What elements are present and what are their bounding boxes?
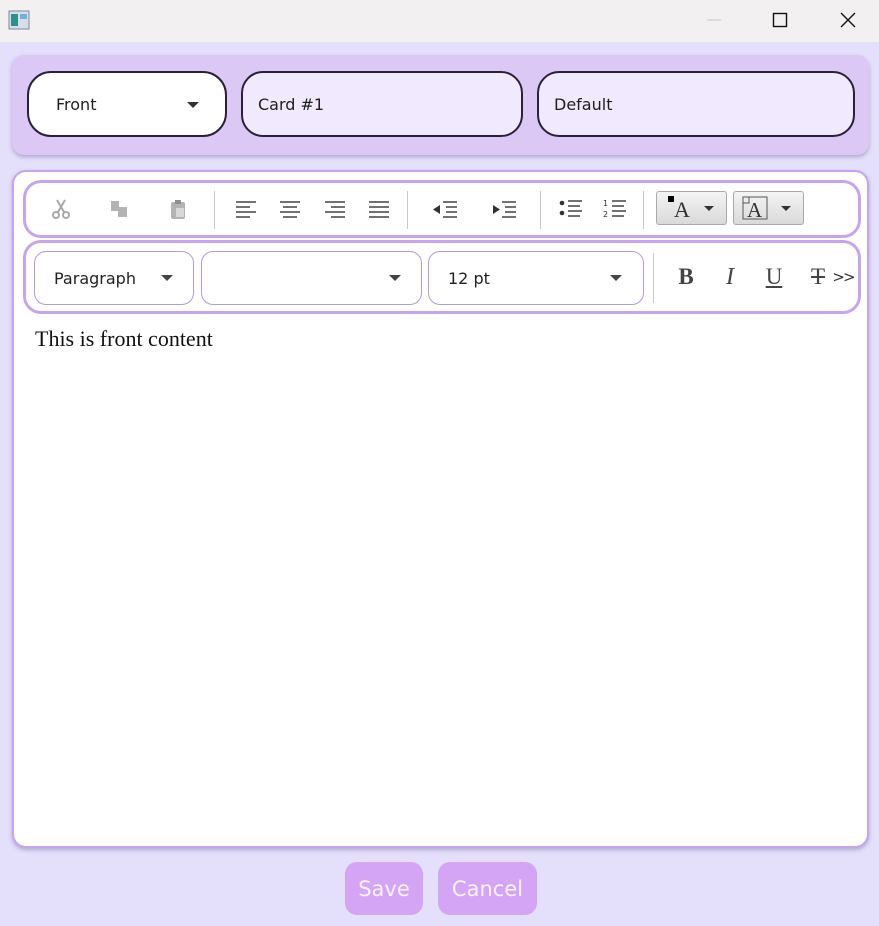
minimize-button[interactable] [681,0,747,40]
svg-text:A: A [747,198,763,222]
toolbar-divider [643,191,644,229]
card-header-panel: Front Card #1 Default [12,55,869,155]
chevron-down-icon [610,275,622,281]
underline-icon: U [765,264,783,289]
numbered-list-button[interactable]: 1 2 [600,193,630,225]
align-right-icon [325,201,345,218]
outdent-icon [433,201,457,218]
side-select[interactable]: Front [27,71,227,137]
copy-button[interactable] [104,193,134,225]
deck-field[interactable]: Default [537,71,855,137]
more-tools-button[interactable]: >> [831,259,855,295]
cut-icon [52,199,70,219]
paste-icon [171,200,185,219]
align-left-icon [236,201,256,218]
indent-button[interactable] [489,193,519,225]
align-left-button[interactable] [231,193,261,225]
text-style-toolbar: Paragraph 12 pt B I U T >> [23,240,861,314]
title-bar [0,0,879,42]
font-color-button[interactable]: A [656,191,727,225]
bold-button[interactable]: B [671,259,701,295]
font-size-select[interactable]: 12 pt [428,251,644,305]
side-select-value: Front [56,94,97,114]
bullet-list-icon [559,200,582,217]
toolbar-divider [214,191,215,229]
maximize-icon [772,12,788,28]
toolbar-divider [540,191,541,229]
editor-content[interactable]: This is front content [35,326,213,352]
close-button[interactable] [815,0,879,40]
font-size-value: 12 pt [448,268,490,288]
app-icon [8,10,30,30]
chevron-down-icon [187,102,199,108]
align-center-icon [280,201,300,218]
align-center-button[interactable] [275,193,305,225]
card-title-value: Card #1 [258,94,325,114]
bold-icon: B [678,264,694,289]
numbered-list-icon: 1 2 [603,199,626,219]
deck-value: Default [554,94,613,114]
save-button[interactable]: Save [345,862,423,915]
cut-button[interactable] [46,193,76,225]
paragraph-style-select[interactable]: Paragraph [34,251,194,305]
strikethrough-button[interactable]: T [803,259,833,295]
paste-button[interactable] [163,193,193,225]
cancel-button[interactable]: Cancel [438,862,537,915]
highlight-color-icon: A [742,196,791,222]
italic-button[interactable]: I [715,259,745,295]
svg-text:A: A [674,197,690,222]
minimize-icon [707,19,721,21]
strikethrough-icon: T [810,264,826,289]
chevron-down-icon [161,275,173,281]
svg-text:1: 1 [603,199,608,208]
align-right-button[interactable] [320,193,350,225]
formatting-toolbar: 1 2 A A [23,180,861,238]
double-chevron-right-icon: >> [832,268,855,286]
outdent-button[interactable] [430,193,460,225]
highlight-color-button[interactable]: A [733,191,804,225]
align-justify-icon [369,201,389,218]
copy-icon [111,201,127,217]
align-justify-button[interactable] [364,193,394,225]
toolbar-divider [653,253,654,303]
indent-icon [493,201,516,218]
underline-button[interactable]: U [759,259,789,295]
card-title-field[interactable]: Card #1 [241,71,523,137]
rich-text-editor[interactable]: 1 2 A A Paragraph 12 pt B I U T >> This … [12,170,869,848]
paragraph-style-value: Paragraph [54,268,136,288]
close-icon [840,12,856,28]
font-family-select[interactable] [201,251,422,305]
maximize-button[interactable] [747,0,813,40]
svg-text:2: 2 [603,210,608,219]
chevron-down-icon [389,275,401,281]
bullet-list-button[interactable] [556,193,586,225]
italic-icon: I [726,263,734,290]
toolbar-divider [407,191,408,229]
font-color-icon: A [668,196,714,222]
